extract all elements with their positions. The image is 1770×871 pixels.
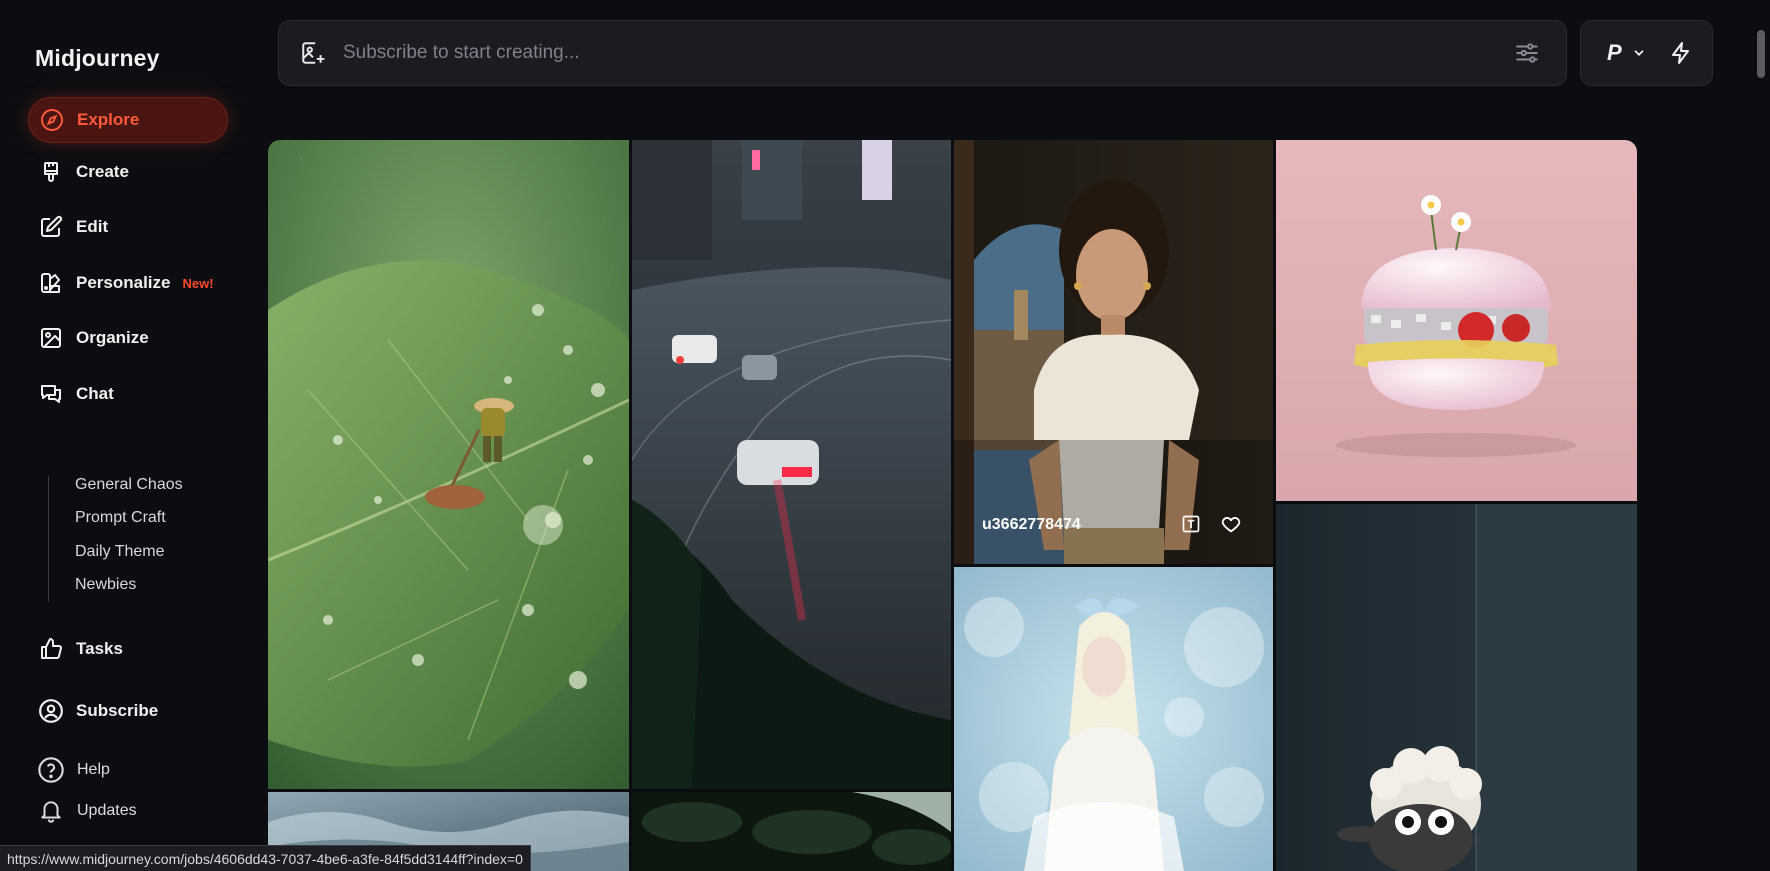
add-image-icon[interactable] xyxy=(299,39,327,67)
pencil-square-icon xyxy=(38,214,64,240)
app-root: Midjourney Explore Create Edit Personali… xyxy=(0,0,1770,871)
image-icon xyxy=(38,325,64,351)
svg-text:.: . xyxy=(300,156,303,162)
woman-portrait-image xyxy=(954,140,1273,564)
brush-icon xyxy=(38,159,64,185)
prompt-input[interactable] xyxy=(343,42,1512,64)
user-circle-icon xyxy=(38,698,64,724)
sidebar-item-label: Help xyxy=(77,761,110,778)
chevron-down-icon[interactable] xyxy=(1632,46,1646,60)
channel-prompt-craft[interactable]: Prompt Craft xyxy=(75,509,166,527)
personalization-toggle[interactable]: P xyxy=(1607,40,1622,66)
settings-sliders-icon[interactable] xyxy=(1512,38,1542,68)
mode-selector: P xyxy=(1580,20,1713,86)
chat-bubbles-icon xyxy=(38,381,64,407)
tile-actions xyxy=(1179,512,1243,536)
heart-icon[interactable] xyxy=(1219,512,1243,536)
gallery-tile[interactable] xyxy=(1276,140,1637,501)
help-circle-icon xyxy=(36,755,66,785)
sidebar-item-personalize[interactable]: Personalize New! xyxy=(28,260,228,306)
sidebar-item-label: Chat xyxy=(76,384,114,403)
sidebar-item-explore[interactable]: Explore xyxy=(28,97,228,143)
leaf-farmer-image: . xyxy=(268,140,629,789)
gallery-tile[interactable] xyxy=(632,792,951,871)
explore-gallery: . u3662778474 xyxy=(268,140,1720,871)
gallery-tile[interactable] xyxy=(954,567,1273,871)
sidebar-item-label: Organize xyxy=(76,328,149,347)
channel-general-chaos[interactable]: General Chaos xyxy=(75,476,183,494)
sidebar-item-label: Create xyxy=(76,162,129,181)
scrollbar-thumb[interactable] xyxy=(1757,30,1765,78)
sidebar-item-label: Updates xyxy=(77,802,137,819)
channel-newbies[interactable]: Newbies xyxy=(75,576,136,594)
sidebar-item-create[interactable]: Create xyxy=(28,149,228,195)
sidebar-item-label: Explore xyxy=(77,110,140,129)
new-badge: New! xyxy=(182,275,214,291)
text-prompt-icon[interactable] xyxy=(1179,512,1203,536)
tile-username[interactable]: u3662778474 xyxy=(982,516,1081,534)
sidebar-item-edit[interactable]: Edit xyxy=(28,204,228,250)
sheep-image xyxy=(1276,504,1637,871)
bell-icon xyxy=(36,796,66,826)
prompt-bar xyxy=(278,20,1567,86)
sidebar-item-label: Edit xyxy=(76,217,109,236)
logo[interactable]: Midjourney xyxy=(35,45,160,72)
sidebar-item-tasks[interactable]: Tasks xyxy=(28,626,228,672)
foliage-image xyxy=(632,792,951,871)
sidebar-item-chat[interactable]: Chat xyxy=(28,371,228,417)
lightning-icon[interactable] xyxy=(1668,40,1694,66)
sidebar-item-help[interactable]: Help xyxy=(36,753,110,787)
status-url: https://www.midjourney.com/jobs/4606dd43… xyxy=(0,845,531,871)
page-scrollbar[interactable] xyxy=(1752,0,1770,871)
chat-channel-list: General Chaos Prompt Craft Daily Theme N… xyxy=(48,476,228,602)
sidebar-item-updates[interactable]: Updates xyxy=(36,794,137,828)
blue-girl-image xyxy=(954,567,1273,871)
gallery-tile-hovered[interactable]: u3662778474 xyxy=(954,140,1273,564)
sidebar-item-label: Personalize xyxy=(76,273,171,292)
sidebar-item-organize[interactable]: Organize xyxy=(28,315,228,361)
gallery-tile[interactable] xyxy=(632,140,951,789)
gallery-tile[interactable]: . xyxy=(268,140,629,789)
channel-daily-theme[interactable]: Daily Theme xyxy=(75,543,165,561)
rainy-city-image xyxy=(632,140,951,789)
sidebar-item-subscribe[interactable]: Subscribe xyxy=(28,688,228,734)
gallery-tile[interactable] xyxy=(1276,504,1637,871)
compass-icon xyxy=(39,107,65,133)
sidebar: Midjourney Explore Create Edit Personali… xyxy=(0,0,260,871)
sidebar-item-label: Tasks xyxy=(76,639,123,658)
palette-icon xyxy=(38,270,64,296)
sidebar-item-label: Subscribe xyxy=(76,701,159,720)
disco-burger-image xyxy=(1276,140,1637,501)
thumbs-up-icon xyxy=(38,636,64,662)
